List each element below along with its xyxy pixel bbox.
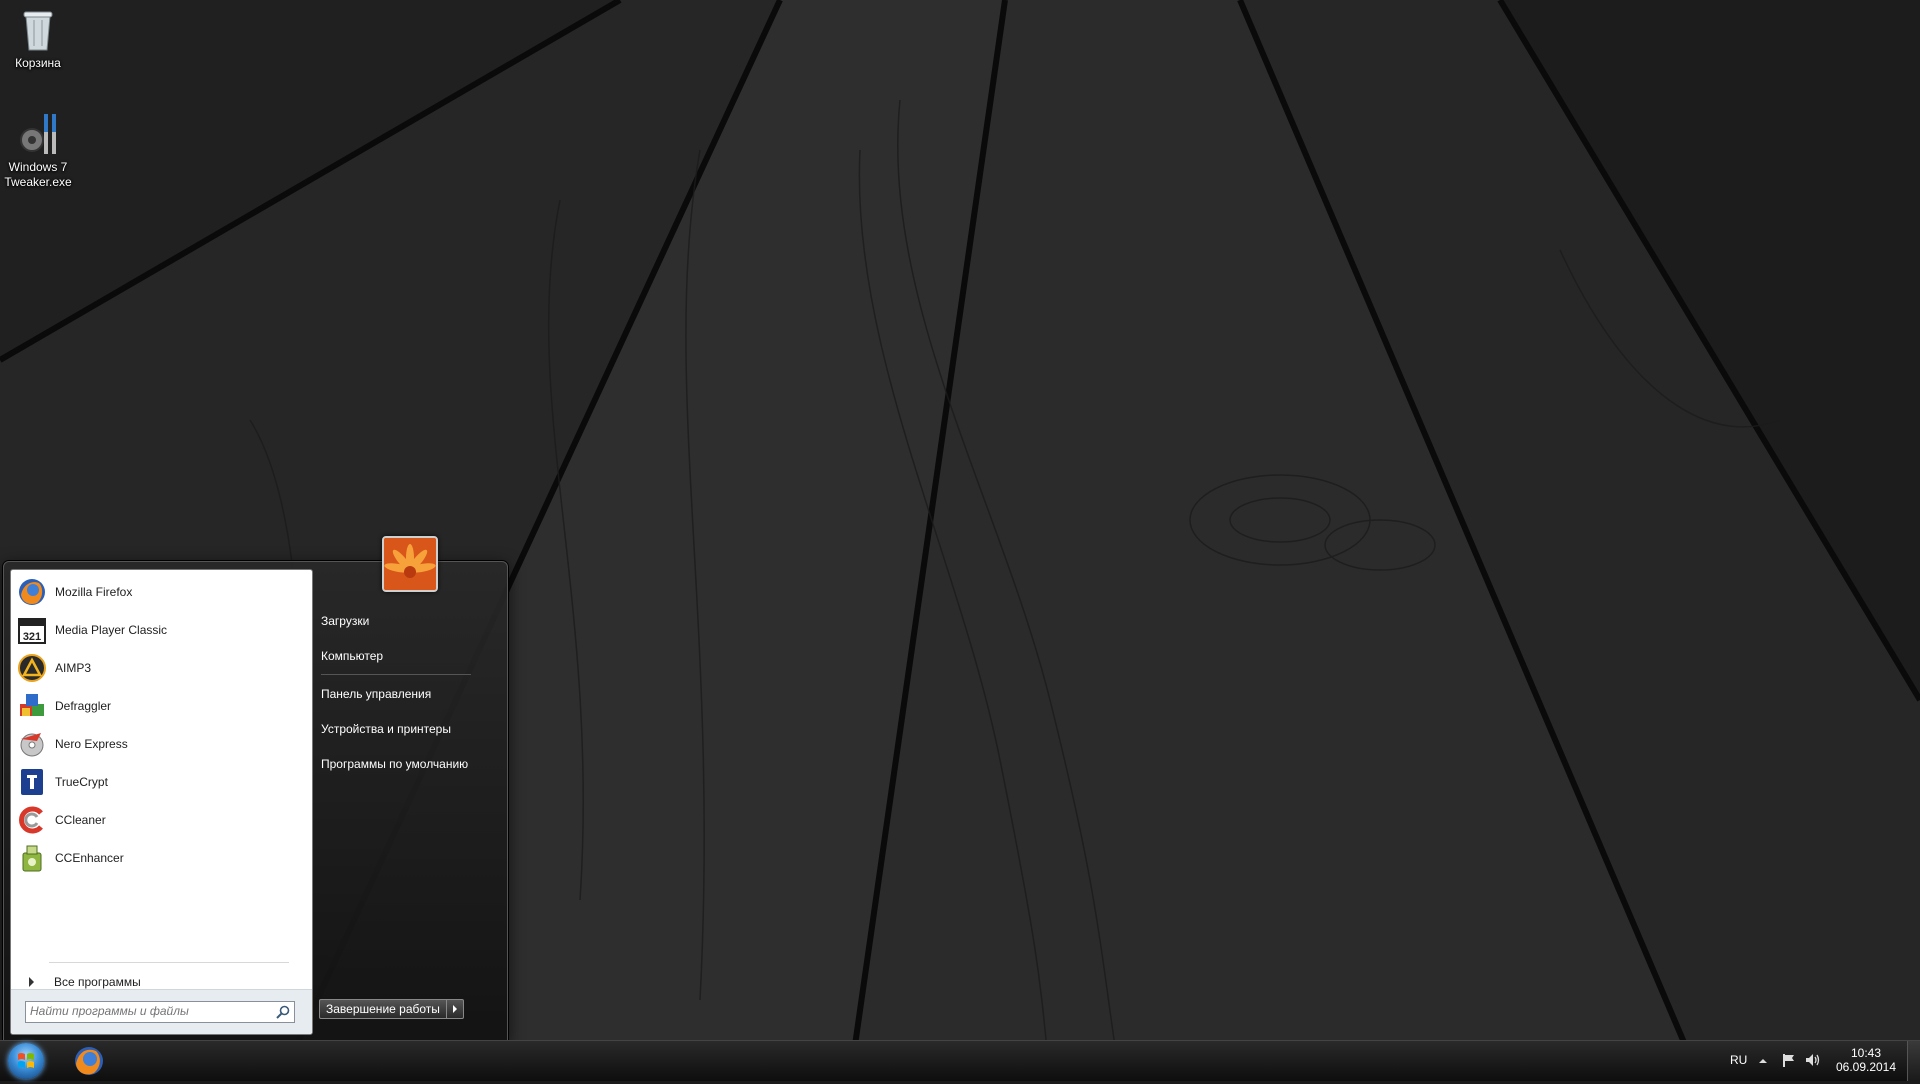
arrow-right-icon xyxy=(29,977,34,987)
program-label: Media Player Classic xyxy=(55,623,168,637)
shutdown-options-arrow-icon[interactable] xyxy=(446,999,464,1019)
all-programs-label: Все программы xyxy=(54,975,141,989)
firefox-icon xyxy=(17,577,47,607)
svg-text:321: 321 xyxy=(23,631,41,643)
desktop-icon-label-line1: Windows 7 xyxy=(8,160,68,174)
firefox-icon xyxy=(75,1047,103,1075)
program-item-media-player-classic[interactable]: 321 Media Player Classic xyxy=(17,612,305,648)
taskbar: RU 10:43 06.09.2014 xyxy=(0,1040,1920,1081)
program-item-aimp3[interactable]: AIMP3 xyxy=(17,650,305,686)
windows-logo-icon xyxy=(18,1053,34,1068)
nero-icon xyxy=(17,729,47,759)
program-item-defraggler[interactable]: Defraggler xyxy=(17,688,305,724)
program-item-ccenhancer[interactable]: CCEnhancer xyxy=(17,840,305,876)
taskbar-firefox-button[interactable] xyxy=(70,1044,108,1078)
program-label: Mozilla Firefox xyxy=(55,585,133,599)
program-item-truecrypt[interactable]: TrueCrypt xyxy=(17,764,305,800)
program-label: CCleaner xyxy=(55,813,106,827)
program-label: CCEnhancer xyxy=(55,851,124,865)
user-picture[interactable] xyxy=(382,536,438,592)
desktop-icon-label-line2: Tweaker.exe xyxy=(4,175,72,189)
start-link-downloads[interactable]: Загрузки xyxy=(321,610,491,632)
volume-icon[interactable] xyxy=(1804,1052,1822,1071)
aimp-icon xyxy=(17,653,47,683)
program-item-firefox[interactable]: Mozilla Firefox xyxy=(17,574,305,610)
program-label: Nero Express xyxy=(55,737,128,751)
recycle-bin-icon xyxy=(14,6,62,54)
search-icon[interactable] xyxy=(275,1004,291,1020)
tweaker-tools-icon xyxy=(14,110,62,158)
clock-date: 06.09.2014 xyxy=(1835,1060,1897,1074)
start-link-devices-printers[interactable]: Устройства и принтеры xyxy=(321,718,491,740)
ccenhancer-icon xyxy=(17,843,47,873)
right-pane-separator xyxy=(321,674,471,675)
program-label: Defraggler xyxy=(55,699,112,713)
language-indicator[interactable]: RU xyxy=(1730,1053,1747,1067)
clock[interactable]: 10:43 06.09.2014 xyxy=(1834,1046,1898,1074)
start-button[interactable] xyxy=(8,1043,44,1079)
truecrypt-icon xyxy=(17,767,47,797)
program-label: TrueCrypt xyxy=(55,775,108,789)
clock-time: 10:43 xyxy=(1850,1046,1882,1060)
desktop-icon-label: Корзина xyxy=(15,56,61,70)
ccleaner-icon xyxy=(17,805,47,835)
search-input[interactable] xyxy=(26,1002,274,1020)
search-box[interactable] xyxy=(25,1001,295,1023)
defraggler-icon xyxy=(17,691,47,721)
desktop-icon-recycle-bin[interactable]: Корзина xyxy=(0,6,76,71)
action-center-flag-icon[interactable] xyxy=(1780,1052,1796,1071)
start-link-control-panel[interactable]: Панель управления xyxy=(321,683,491,705)
start-link-computer[interactable]: Компьютер xyxy=(321,645,491,667)
start-menu-programs-pane: Mozilla Firefox 321 Media Player Classic… xyxy=(10,569,313,1035)
shutdown-group: Завершение работы xyxy=(319,999,464,1019)
show-hidden-icons-icon[interactable] xyxy=(1758,1055,1768,1069)
programs-separator xyxy=(49,962,289,963)
show-desktop-button[interactable] xyxy=(1907,1041,1920,1081)
desktop-icon-windows7-tweaker[interactable]: Windows 7 Tweaker.exe xyxy=(0,110,76,190)
program-item-nero-express[interactable]: Nero Express xyxy=(17,726,305,762)
search-area xyxy=(11,989,312,1034)
flower-picture-icon xyxy=(384,538,436,590)
start-link-default-programs[interactable]: Программы по умолчанию xyxy=(321,753,491,775)
shutdown-button[interactable]: Завершение работы xyxy=(319,999,447,1019)
program-label: AIMP3 xyxy=(55,661,92,675)
media-player-classic-icon: 321 xyxy=(17,615,47,645)
start-menu: Mozilla Firefox 321 Media Player Classic… xyxy=(3,536,508,1041)
program-item-ccleaner[interactable]: CCleaner xyxy=(17,802,305,838)
